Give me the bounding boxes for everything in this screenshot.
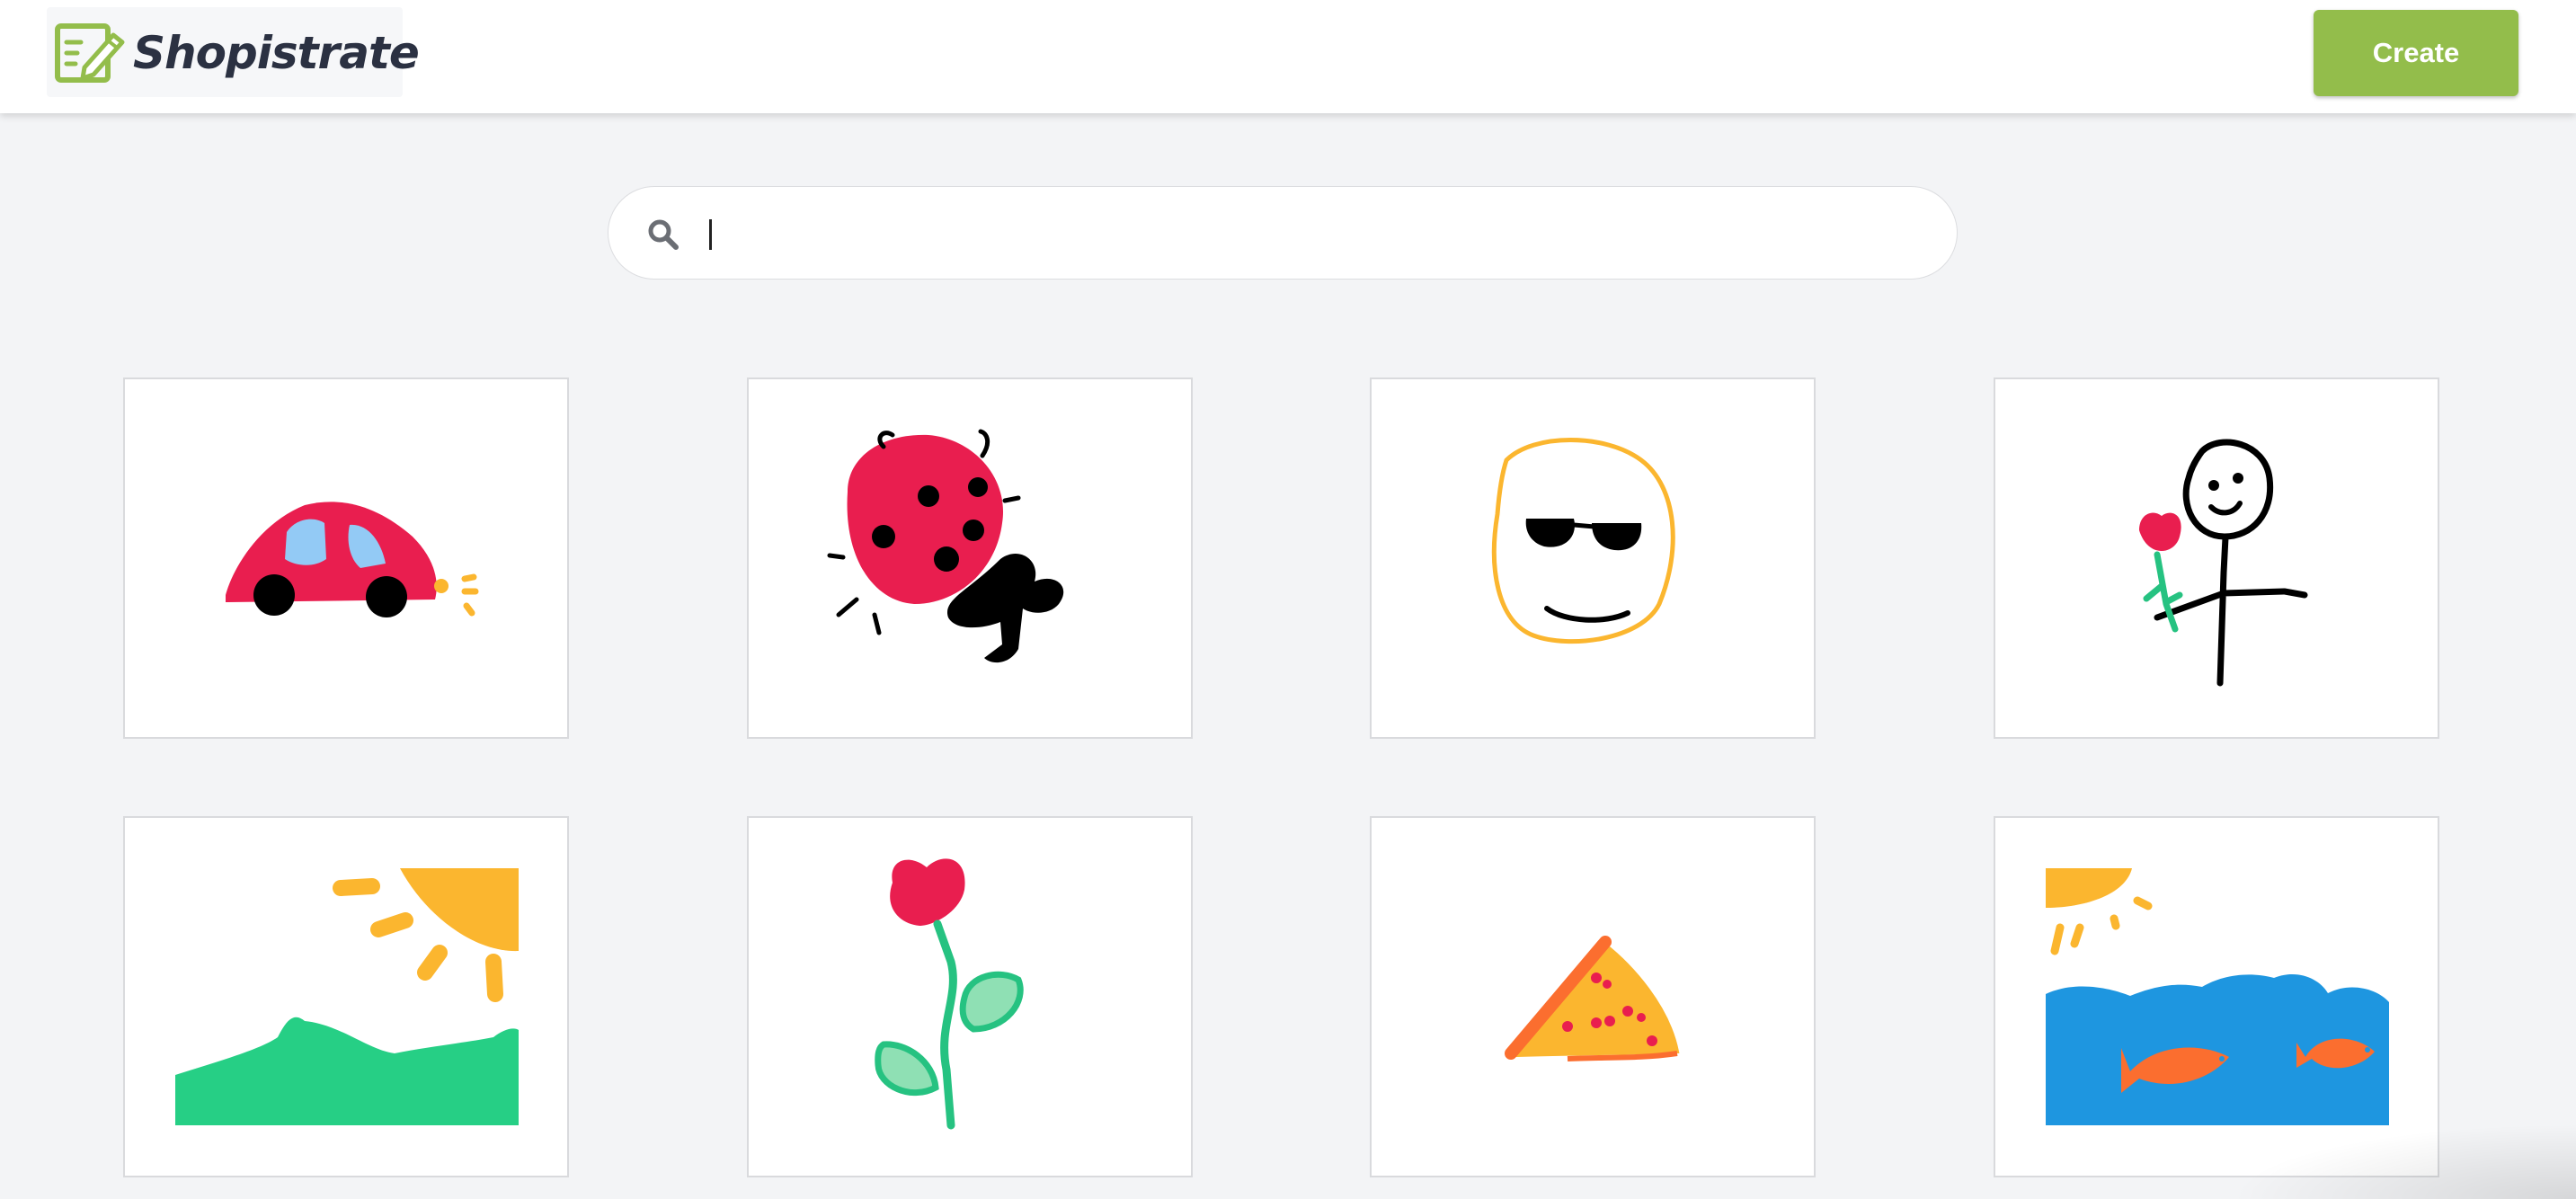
text-caret: [709, 219, 712, 250]
car-drawing-icon: [226, 502, 479, 617]
ocean-drawing-icon: [2046, 868, 2389, 1125]
brand-name: Shopistrate: [133, 27, 420, 79]
drawing-card-stick-figure[interactable]: [1994, 377, 2439, 739]
top-header: Shopistrate Create: [0, 0, 2576, 113]
notepad-pencil-icon: [55, 23, 125, 83]
corner-shadow: [2229, 1124, 2576, 1199]
drawing-card-landscape[interactable]: [123, 816, 569, 1177]
pizza-drawing-icon: [1505, 936, 1680, 1061]
landscape-drawing-icon: [175, 868, 519, 1125]
drawing-card-ladybug[interactable]: [747, 377, 1193, 739]
drawing-card-pizza[interactable]: [1370, 816, 1816, 1177]
search-input[interactable]: [707, 207, 1915, 262]
ladybug-drawing-icon: [827, 429, 1064, 663]
drawing-card-car[interactable]: [123, 377, 569, 739]
drawing-card-flower[interactable]: [747, 816, 1193, 1177]
drawing-card-sunglasses-face[interactable]: [1370, 377, 1816, 739]
flower-drawing-icon: [875, 858, 1024, 1130]
search-bar[interactable]: [608, 186, 1958, 280]
stick-figure-drawing-icon: [2139, 439, 2308, 687]
search-icon: [648, 219, 679, 250]
create-button[interactable]: Create: [2314, 10, 2518, 96]
sunglasses-face-drawing-icon: [1491, 438, 1675, 644]
brand-logo[interactable]: Shopistrate: [47, 7, 420, 97]
